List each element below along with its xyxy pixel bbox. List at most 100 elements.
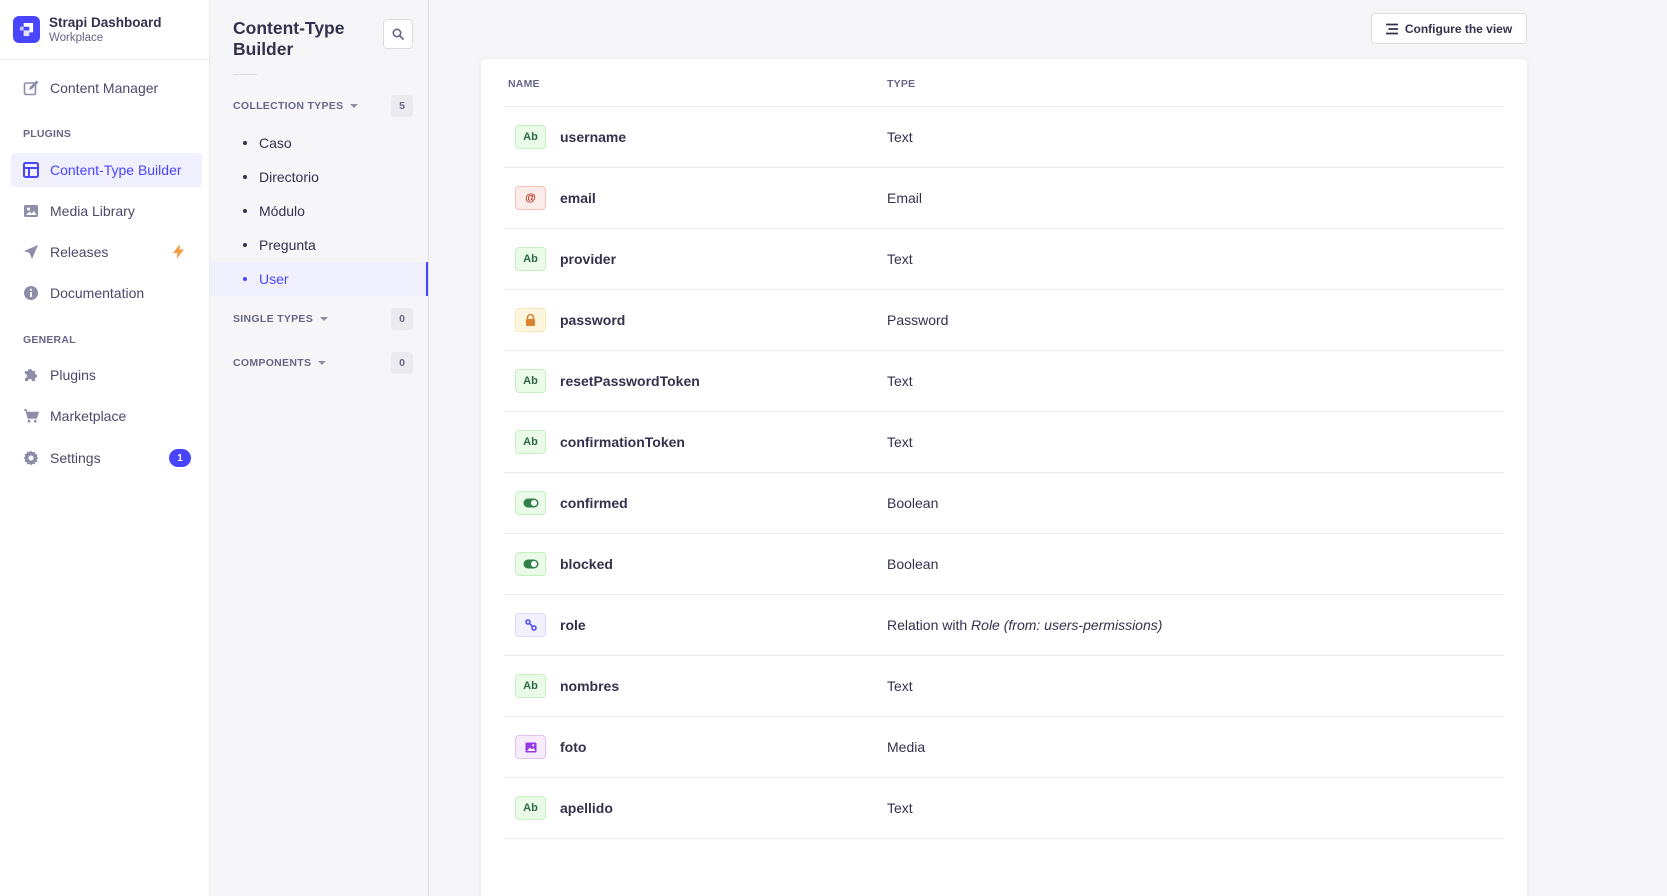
sub-item-caso[interactable]: Caso — [210, 126, 428, 160]
nav-plugins[interactable]: Plugins — [11, 358, 202, 392]
nav-label: Marketplace — [50, 408, 127, 424]
nav-label: Media Library — [50, 203, 135, 219]
table-row[interactable]: Ab provider Text — [504, 229, 1504, 290]
table-row[interactable]: confirmed Boolean — [504, 473, 1504, 534]
bullet-icon — [243, 141, 247, 145]
settings-notification-badge: 1 — [169, 449, 191, 467]
field-name: email — [560, 190, 596, 206]
sub-item-label: Pregunta — [259, 237, 316, 253]
table-row[interactable]: Ab apellido Text — [504, 778, 1504, 839]
single-types-toggle[interactable]: SINGLE TYPES 0 — [233, 308, 413, 330]
table-row[interactable]: Ab username Text — [504, 107, 1504, 168]
nav-media-library[interactable]: Media Library — [11, 194, 202, 228]
bullet-icon — [243, 175, 247, 179]
paper-plane-icon — [23, 244, 39, 260]
sub-item-label: User — [259, 271, 289, 287]
nav-content-type-builder[interactable]: Content-Type Builder — [11, 153, 202, 187]
lightning-icon — [173, 244, 184, 262]
table-row[interactable]: Ab resetPasswordToken Text — [504, 351, 1504, 412]
field-name: password — [560, 312, 626, 328]
relation-target: Role (from: users-permissions) — [971, 617, 1163, 633]
brand-subtitle: Workplace — [49, 32, 104, 44]
caret-down-icon — [318, 361, 327, 365]
nav-releases[interactable]: Releases — [11, 235, 202, 269]
field-type: Text — [887, 251, 913, 267]
bullet-icon — [243, 277, 247, 281]
search-button[interactable] — [383, 19, 413, 49]
field-type: Relation with Role (from: users-permissi… — [887, 617, 1162, 633]
nav-section-plugins: PLUGINS — [23, 128, 72, 140]
main-navigation: Strapi Dashboard Workplace Content Manag… — [0, 0, 210, 896]
table-row[interactable]: blocked Boolean — [504, 534, 1504, 595]
strapi-logo-icon — [13, 16, 40, 43]
configure-view-button[interactable]: Configure the view — [1371, 13, 1527, 44]
sub-item-label: Caso — [259, 135, 292, 151]
fields-table: NAME TYPE Ab username Text @ email Email… — [481, 59, 1527, 896]
components-toggle[interactable]: COMPONENTS 0 — [233, 352, 413, 374]
nav-label: Content Manager — [50, 80, 159, 96]
nav-label: Plugins — [50, 367, 96, 383]
components-count: 0 — [391, 352, 413, 374]
section-label: SINGLE TYPES — [233, 313, 314, 325]
field-name: role — [560, 617, 586, 633]
table-row[interactable]: Ab nombres Text — [504, 656, 1504, 717]
table-row[interactable]: @ email Email — [504, 168, 1504, 229]
table-row[interactable]: password Password — [504, 290, 1504, 351]
sub-item-label: Módulo — [259, 203, 305, 219]
field-type: Password — [887, 312, 949, 328]
puzzle-icon — [23, 367, 39, 383]
sub-nav-title: Content-Type Builder — [233, 18, 345, 59]
table-row[interactable]: Ab confirmationToken Text — [504, 412, 1504, 473]
nav-documentation[interactable]: Documentation — [11, 276, 202, 310]
table-header: NAME TYPE — [504, 59, 1504, 107]
sub-item-directorio[interactable]: Directorio — [210, 160, 428, 194]
brand-title: Strapi Dashboard — [49, 15, 162, 30]
nav-label: Settings — [50, 450, 101, 466]
nav-section-general: GENERAL — [23, 334, 76, 346]
field-name: resetPasswordToken — [560, 373, 700, 389]
nav-marketplace[interactable]: Marketplace — [11, 399, 202, 433]
nav-settings[interactable]: Settings 1 — [11, 441, 202, 475]
field-type: Email — [887, 190, 923, 206]
list-settings-icon — [1385, 23, 1398, 35]
field-type: Boolean — [887, 495, 939, 511]
column-header-name: NAME — [508, 78, 540, 90]
sub-item-pregunta[interactable]: Pregunta — [210, 228, 428, 262]
email-icon: @ — [515, 186, 546, 210]
field-name: confirmed — [560, 495, 628, 511]
nav-label: Documentation — [50, 285, 145, 301]
field-type: Boolean — [887, 556, 939, 572]
collection-types-toggle[interactable]: COLLECTION TYPES 5 — [233, 95, 413, 117]
field-name: provider — [560, 251, 617, 267]
field-name: confirmationToken — [560, 434, 685, 450]
field-name: foto — [560, 739, 587, 755]
shopping-cart-icon — [23, 408, 39, 424]
gear-icon — [23, 450, 39, 466]
nav-content-manager[interactable]: Content Manager — [11, 71, 202, 105]
field-type: Text — [887, 678, 913, 694]
brand[interactable]: Strapi Dashboard Workplace — [0, 0, 209, 60]
info-icon — [23, 285, 39, 301]
field-type: Text — [887, 373, 913, 389]
caret-down-icon — [350, 104, 359, 108]
relation-prefix: Relation with — [887, 617, 972, 633]
layout-icon — [23, 162, 39, 178]
text-icon: Ab — [515, 247, 546, 271]
nav-label: Content-Type Builder — [50, 162, 182, 178]
search-icon — [392, 28, 404, 40]
configure-view-label: Configure the view — [1404, 21, 1513, 36]
single-types-count: 0 — [391, 308, 413, 330]
table-row[interactable]: foto Media — [504, 717, 1504, 778]
bullet-icon — [243, 243, 247, 247]
table-row[interactable]: role Relation with Role (from: users-per… — [504, 595, 1504, 656]
media-icon — [515, 735, 546, 759]
section-label: COMPONENTS — [233, 357, 312, 369]
sub-item-modulo[interactable]: Módulo — [210, 194, 428, 228]
field-name: blocked — [560, 556, 613, 572]
bullet-icon — [243, 209, 247, 213]
field-type: Text — [887, 129, 913, 145]
text-icon: Ab — [515, 674, 546, 698]
text-icon: Ab — [515, 430, 546, 454]
sub-item-user[interactable]: User — [210, 262, 428, 296]
caret-down-icon — [320, 317, 329, 321]
